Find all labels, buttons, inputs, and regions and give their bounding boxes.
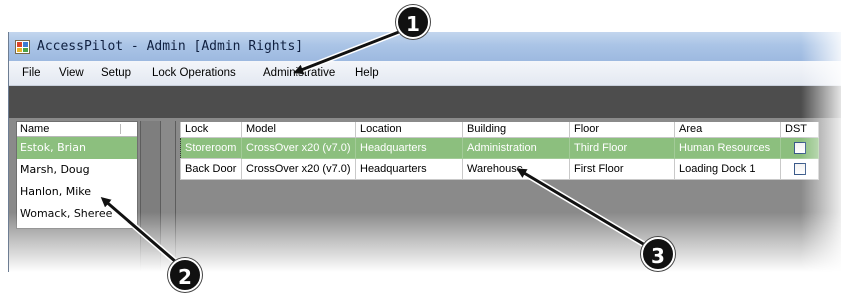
menu-lock-operations[interactable]: Lock Operations [152,67,236,79]
user-row-hanlon-mike[interactable]: Hanlon, Mike [17,181,137,203]
table-row[interactable]: Back Door CrossOver x20 (v7.0) Headquart… [180,157,819,180]
window-title: AccessPilot - Admin [Admin Rights] [37,39,304,54]
locks-grid-panel: Lock Model Location Building Floor Area … [175,121,841,272]
title-bar: AccessPilot - Admin [Admin Rights] [9,32,841,61]
user-row-estok-brian[interactable]: Estok, Brian [17,137,137,159]
name-column-header[interactable]: Name [20,123,49,135]
cell-building[interactable]: Administration [462,136,570,159]
user-list-header[interactable]: Name [17,122,137,137]
cell-lock[interactable]: Storeroom [180,136,242,159]
column-header-lock[interactable]: Lock [180,122,242,138]
callout-badge-3: 3 [641,237,675,271]
panel-splitter[interactable] [140,121,161,272]
app-window: AccessPilot - Admin [Admin Rights] File … [8,32,841,272]
column-header-floor[interactable]: Floor [569,122,675,138]
dst-checkbox[interactable] [793,141,806,154]
cell-model[interactable]: CrossOver x20 (v7.0) [241,157,356,180]
cell-location[interactable]: Headquarters [355,157,463,180]
cell-floor[interactable]: Third Floor [569,136,675,159]
table-row[interactable]: Storeroom CrossOver x20 (v7.0) Headquart… [180,136,819,159]
cell-dst[interactable] [780,157,819,180]
column-header-dst[interactable]: DST [780,122,819,138]
cell-area[interactable]: Loading Dock 1 [674,157,781,180]
app-icon[interactable] [15,40,30,54]
cell-lock[interactable]: Back Door [180,157,242,180]
menu-help[interactable]: Help [355,67,379,79]
menu-file[interactable]: File [22,67,41,79]
cell-model[interactable]: CrossOver x20 (v7.0) [241,136,356,159]
column-header-building[interactable]: Building [462,122,570,138]
menu-bar: File View Setup Lock Operations Administ… [9,61,841,86]
callout-badge-2: 2 [168,258,202,292]
column-divider[interactable] [120,124,121,134]
menu-view[interactable]: View [59,67,84,79]
callout-badge-1: 1 [396,5,430,39]
cell-dst[interactable] [780,136,819,159]
cell-building[interactable]: Warehouse [462,157,570,180]
menu-setup[interactable]: Setup [101,67,131,79]
cell-floor[interactable]: First Floor [569,157,675,180]
locks-grid: Lock Model Location Building Floor Area … [180,122,819,180]
user-row-womack-sheree[interactable]: Womack, Sheree [17,203,137,225]
column-header-location[interactable]: Location [355,122,463,138]
grid-header-row: Lock Model Location Building Floor Area … [180,122,819,138]
column-header-area[interactable]: Area [674,122,781,138]
column-header-model[interactable]: Model [241,122,356,138]
cell-area[interactable]: Human Resources [674,136,781,159]
user-row-marsh-doug[interactable]: Marsh, Doug [17,159,137,181]
toolbar [9,86,841,118]
user-list: Name Estok, Brian Marsh, Doug Hanlon, Mi… [16,121,138,229]
menu-administrative[interactable]: Administrative [263,67,335,79]
dst-checkbox[interactable] [793,162,806,175]
cell-location[interactable]: Headquarters [355,136,463,159]
